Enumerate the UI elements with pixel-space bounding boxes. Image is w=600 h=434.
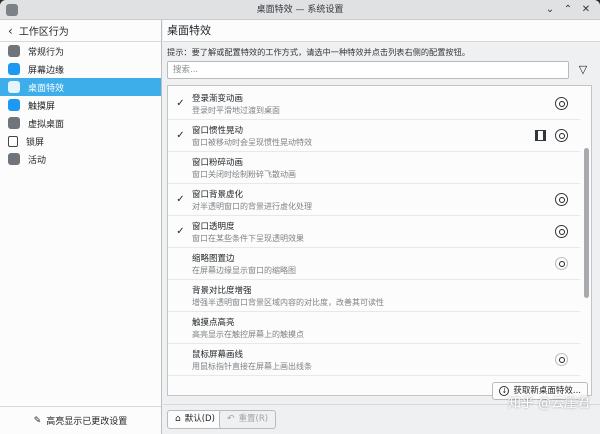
sidebar-item-general-behavior[interactable]: 常规行为 <box>0 42 161 60</box>
effect-title: 登录渐变动画 <box>192 94 244 104</box>
effect-checkbox[interactable] <box>175 354 186 365</box>
effect-checkbox[interactable] <box>175 258 186 269</box>
filter-icon[interactable]: ▽ <box>576 63 590 77</box>
sidebar: ‹ 工作区行为 常规行为 屏幕边缘 桌面特效 触摸屏 虚拟桌面 锁屏 活动 ✎ … <box>0 20 162 434</box>
sidebar-header[interactable]: ‹ 工作区行为 <box>0 20 161 42</box>
effect-description: 窗口被移动时会呈现惯性晃动特效 <box>192 138 312 147</box>
close-icon[interactable]: ✕ <box>580 4 592 16</box>
lock-icon <box>8 135 18 147</box>
configure-icon[interactable] <box>555 129 568 142</box>
effect-title: 触摸点高亮 <box>192 318 235 328</box>
watermark: 知乎 @云崖君 <box>507 396 590 411</box>
effect-description: 增强半透明窗口背景区域内容的对比度，改善其可读性 <box>192 298 384 307</box>
sidebar-item-activities[interactable]: 活动 <box>0 150 161 168</box>
effect-description: 窗口关闭时绘制粉碎飞散动画 <box>192 170 296 179</box>
highlight-changed-label: 高亮显示已更改设置 <box>46 417 128 427</box>
reset-button[interactable]: ↶ 重置(R) <box>219 410 277 429</box>
desktop-effects-icon <box>8 81 20 93</box>
touchscreen-icon <box>8 99 20 111</box>
sidebar-item-label: 常规行为 <box>28 47 65 58</box>
settings-window: 桌面特效 — 系统设置 ⌄ ⌃ ✕ ‹ 工作区行为 常规行为 屏幕边缘 桌面特效… <box>0 0 600 434</box>
effect-row[interactable]: 鼠标屏幕画线用鼠标指针直接在屏幕上画出线条 <box>168 344 580 376</box>
effect-row[interactable]: ✓ 窗口透明度窗口在某些条件下呈现透明效果 <box>168 216 580 248</box>
effect-description: 高亮显示在触控屏幕上的触摸点 <box>192 330 304 339</box>
scrollbar-thumb[interactable] <box>584 148 589 298</box>
virtual-desktops-icon <box>8 117 20 129</box>
effect-row[interactable]: ✓ 窗口背景虚化对半透明窗口的背景进行虚化处理 <box>168 184 580 216</box>
main-panel: 桌面特效 提示：要了解或配置特效的工作方式，请选中一种特效并点击列表右侧的配置按… <box>163 20 600 434</box>
default-button[interactable]: ⌂ 默认(D) <box>167 410 223 429</box>
reset-label: 重置(R) <box>238 414 269 424</box>
effect-title: 窗口透明度 <box>192 222 235 232</box>
effect-checkbox[interactable]: ✓ <box>175 194 186 205</box>
effect-row[interactable]: ✓ 登录渐变动画登录时平滑地过渡到桌面 <box>168 88 580 120</box>
title-bar: 桌面特效 — 系统设置 ⌄ ⌃ ✕ <box>0 0 600 20</box>
sidebar-item-touchscreen[interactable]: 触摸屏 <box>0 96 161 114</box>
sidebar-item-label: 屏幕边缘 <box>28 65 65 76</box>
effect-checkbox[interactable]: ✓ <box>175 130 186 141</box>
window-title: 桌面特效 — 系统设置 <box>256 5 344 15</box>
effect-row[interactable]: 窗口粉碎动画窗口关闭时绘制粉碎飞散动画 <box>168 152 580 184</box>
effect-checkbox[interactable] <box>175 290 186 301</box>
video-icon[interactable] <box>535 130 546 141</box>
configure-icon[interactable] <box>555 225 568 238</box>
effect-description: 对半透明窗口的背景进行虚化处理 <box>192 202 312 211</box>
hint-text: 提示：要了解或配置特效的工作方式，请选中一种特效并点击列表右侧的配置按钮。 <box>167 47 470 57</box>
activities-icon <box>8 153 20 165</box>
effect-description: 用鼠标指针直接在屏幕上画出线条 <box>192 362 312 371</box>
effect-title: 鼠标屏幕画线 <box>192 350 244 360</box>
sidebar-header-label: 工作区行为 <box>18 27 69 38</box>
sidebar-item-label: 触摸屏 <box>28 101 56 112</box>
sidebar-item-lock-screen[interactable]: 锁屏 <box>0 132 161 150</box>
effect-checkbox[interactable]: ✓ <box>175 98 186 109</box>
effect-row[interactable]: 缩略图置边在屏幕边缘显示窗口的缩略图 <box>168 248 580 280</box>
effect-title: 窗口惯性晃动 <box>192 126 244 136</box>
effect-description: 在屏幕边缘显示窗口的缩略图 <box>192 266 296 275</box>
effect-checkbox[interactable]: ✓ <box>175 226 186 237</box>
effect-title: 背景对比度增强 <box>192 286 252 296</box>
sidebar-item-label: 虚拟桌面 <box>28 119 65 130</box>
configure-icon[interactable] <box>555 257 568 270</box>
sidebar-item-screen-edges[interactable]: 屏幕边缘 <box>0 60 161 78</box>
configure-icon[interactable] <box>555 353 568 366</box>
minimize-icon[interactable]: ⌄ <box>544 4 556 16</box>
default-icon: ⌂ <box>175 414 181 424</box>
scrollbar[interactable] <box>583 88 590 393</box>
maximize-icon[interactable]: ⌃ <box>562 4 574 16</box>
effect-description: 登录时平滑地过渡到桌面 <box>192 106 280 115</box>
app-icon <box>6 4 18 16</box>
sidebar-item-label: 活动 <box>28 155 47 166</box>
sidebar-item-label: 锁屏 <box>26 137 45 148</box>
sidebar-item-virtual-desktops[interactable]: 虚拟桌面 <box>0 114 161 132</box>
effect-title: 缩略图置边 <box>192 254 235 264</box>
effect-checkbox[interactable] <box>175 162 186 173</box>
effects-list: ✓ 登录渐变动画登录时平滑地过渡到桌面 ✓ 窗口惯性晃动窗口被移动时会呈现惯性晃动特效… <box>167 85 592 396</box>
default-label: 默认(D) <box>184 414 215 424</box>
pencil-icon: ✎ <box>33 415 42 426</box>
highlight-changed-settings-button[interactable]: ✎ 高亮显示已更改设置 <box>0 406 161 434</box>
effect-row[interactable]: ✓ 窗口惯性晃动窗口被移动时会呈现惯性晃动特效 <box>168 120 580 152</box>
effect-row[interactable]: 触摸点高亮高亮显示在触控屏幕上的触摸点 <box>168 312 580 344</box>
configure-icon[interactable] <box>555 97 568 110</box>
effect-title: 窗口粉碎动画 <box>192 158 244 168</box>
sidebar-item-label: 桌面特效 <box>28 83 65 94</box>
search-input[interactable]: 搜索... <box>167 61 569 79</box>
effect-checkbox[interactable] <box>175 322 186 333</box>
effect-description: 窗口在某些条件下呈现透明效果 <box>192 234 304 243</box>
configure-icon[interactable] <box>555 193 568 206</box>
effect-row[interactable]: 背景对比度增强增强半透明窗口背景区域内容的对比度，改善其可读性 <box>168 280 580 312</box>
page-title: 桌面特效 <box>163 20 600 42</box>
screen-edges-icon <box>8 63 20 75</box>
effect-title: 窗口背景虚化 <box>192 190 244 200</box>
back-arrow-icon[interactable]: ‹ <box>8 24 13 38</box>
reset-icon: ↶ <box>227 414 235 424</box>
sidebar-item-desktop-effects[interactable]: 桌面特效 <box>0 78 161 96</box>
general-behavior-icon <box>8 45 20 57</box>
